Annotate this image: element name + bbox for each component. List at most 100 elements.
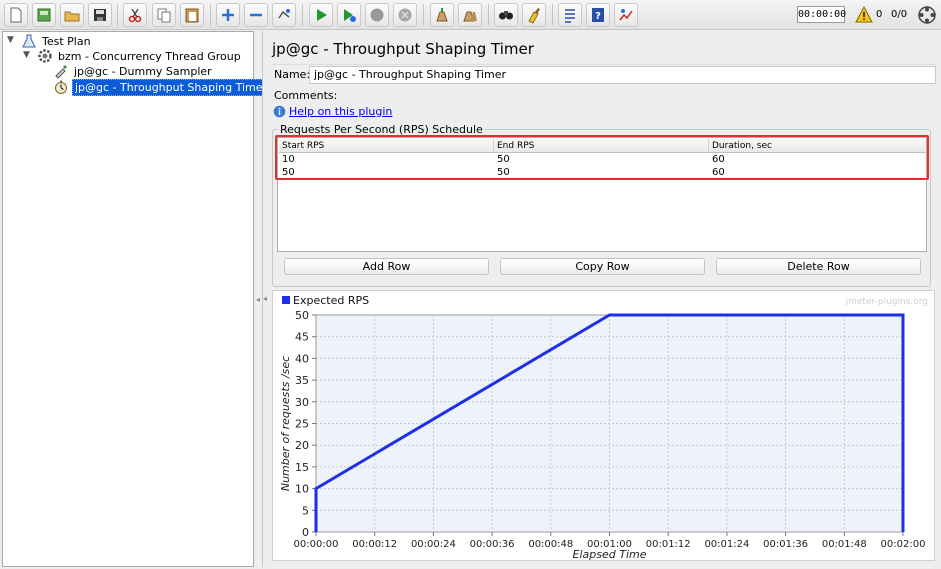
function-helper-icon[interactable] [558,3,582,27]
rps-schedule-title: Requests Per Second (RPS) Schedule [278,123,485,136]
new-icon[interactable] [4,3,28,27]
x-tick-label: 00:00:24 [411,539,456,550]
expected-rps-chart: 0 5 10 15 20 25 30 35 40 45 50 00:00:00 00:00:12 00:0… [272,290,935,561]
x-tick-label: 00:00:36 [470,539,515,550]
comments-field[interactable] [325,86,929,104]
y-tick-label: 5 [302,504,309,517]
shutdown-icon[interactable] [393,3,417,27]
add-row-button[interactable]: Add Row [284,258,489,275]
copy-row-button[interactable]: Copy Row [500,258,705,275]
y-tick-label: 10 [295,483,309,496]
collapse-icon[interactable] [244,3,268,27]
tree-node-dummy-sampler[interactable]: jp@gc - Dummy Sampler [53,63,214,79]
x-tick-label: 00:00:12 [352,539,397,550]
y-tick-label: 15 [295,461,309,474]
legend-swatch [282,296,290,304]
gear-icon [38,49,52,63]
cell-duration[interactable]: 60 [709,166,725,179]
y-tick-label: 0 [302,526,309,539]
column-header-duration[interactable]: Duration, sec [709,139,926,153]
save-icon[interactable] [88,3,112,27]
y-tick-label: 25 [295,418,309,431]
x-tick-label: 00:02:00 [881,539,926,550]
tree-node-thread-group[interactable]: ▼ bzm - Concurrency Thread Group [23,48,243,64]
expand-toggle-icon[interactable]: ▼ [7,35,14,45]
tree-node-label: bzm - Concurrency Thread Group [58,49,241,63]
rps-schedule-table[interactable]: Start RPS End RPS Duration, sec 10 50 60… [277,137,927,252]
expand-icon[interactable] [216,3,240,27]
pipette-icon [55,65,67,79]
name-row: Name: jp@gc - Throughput Shaping Timer [271,64,937,84]
clear-icon[interactable] [430,3,454,27]
x-tick-label: 00:01:12 [646,539,691,550]
warning-count: 0 [876,9,883,20]
legend-label: Expected RPS [293,294,369,307]
page-title: jp@gc - Throughput Shaping Timer [272,40,534,58]
tree-node-label: jp@gc - Throughput Shaping Timer [72,78,271,96]
start-no-pause-icon[interactable] [337,3,361,27]
x-tick-label: 00:00:00 [294,539,339,550]
cell-start-rps[interactable]: 50 [279,166,295,179]
table-row[interactable]: 50 50 60 [279,166,926,179]
search-icon[interactable] [494,3,518,27]
watermark-text: jmeter-plugins.org [845,297,928,307]
y-tick-label: 35 [295,374,309,387]
tree-node-label: Test Plan [42,34,91,48]
element-editor: jp@gc - Throughput Shaping Timer Name: j… [262,31,940,567]
tree-node-label: jp@gc - Dummy Sampler [74,64,212,78]
elapsed-timer: 00:00:00 [797,6,846,23]
x-tick-label: 00:00:48 [528,539,573,550]
x-tick-label: 00:01:36 [763,539,808,550]
open-icon[interactable] [60,3,84,27]
stopwatch-icon [55,80,67,94]
flask-icon [22,34,36,48]
active-threads: 0/0 [891,9,908,20]
warning-icon[interactable] [855,6,873,23]
copy-icon[interactable] [152,3,176,27]
cell-end-rps[interactable]: 50 [494,166,510,179]
cell-start-rps[interactable]: 10 [279,153,295,166]
chart-canvas: 0 5 10 15 20 25 30 35 40 45 50 00:00:00 00:00:12 00:0… [279,294,928,561]
templates-icon[interactable] [32,3,56,27]
tree-node-shaping-timer[interactable]: jp@gc - Throughput Shaping Timer [53,78,271,96]
y-tick-label: 40 [295,352,309,365]
y-tick-label: 20 [295,439,309,452]
stop-icon[interactable] [365,3,389,27]
log-icon[interactable] [614,3,638,27]
jmeter-window: ? 00:00:00 0 0/0 ▼ Test Plan ▼ bzm - Con… [0,0,941,569]
clear-all-icon[interactable] [458,3,482,27]
tree-node-test-plan[interactable]: ▼ Test Plan [7,33,93,49]
rps-schedule-group: Requests Per Second (RPS) Schedule Start… [272,123,931,287]
y-tick-label: 50 [295,309,309,322]
table-header: Start RPS End RPS Duration, sec [279,139,926,153]
panel-splitter[interactable]: ◂ [255,31,261,567]
info-icon [273,105,286,118]
name-label: Name: [274,68,311,81]
x-tick-label: 00:01:48 [822,539,867,550]
help-row: Help on this plugin [273,105,392,118]
toggle-icon[interactable] [272,3,296,27]
x-tick-label: 00:01:24 [704,539,749,550]
vertical-divider-handle[interactable]: ◂ [263,294,267,303]
delete-row-button[interactable]: Delete Row [716,258,921,275]
cell-duration[interactable]: 60 [709,153,725,166]
column-header-end-rps[interactable]: End RPS [494,139,709,153]
help-icon[interactable]: ? [586,3,610,27]
paste-icon[interactable] [180,3,204,27]
help-link[interactable]: Help on this plugin [289,105,392,118]
remote-engines-icon[interactable] [917,5,937,25]
y-tick-label: 30 [295,396,309,409]
toolbar: ? 00:00:00 0 0/0 [0,0,941,30]
cell-end-rps[interactable]: 50 [494,153,510,166]
test-plan-tree: ▼ Test Plan ▼ bzm - Concurrency Thread G… [2,31,271,567]
y-axis-label: Number of requests /sec [279,356,292,491]
reset-search-icon[interactable] [522,3,546,27]
column-header-start-rps[interactable]: Start RPS [279,139,494,153]
x-axis-label: Elapsed Time [573,548,647,561]
start-icon[interactable] [309,3,333,27]
table-row[interactable]: 10 50 60 [279,153,926,166]
cut-icon[interactable] [123,3,147,27]
expand-toggle-icon[interactable]: ▼ [23,50,30,60]
y-tick-label: 45 [295,331,309,344]
name-field[interactable]: jp@gc - Throughput Shaping Timer [309,66,936,84]
